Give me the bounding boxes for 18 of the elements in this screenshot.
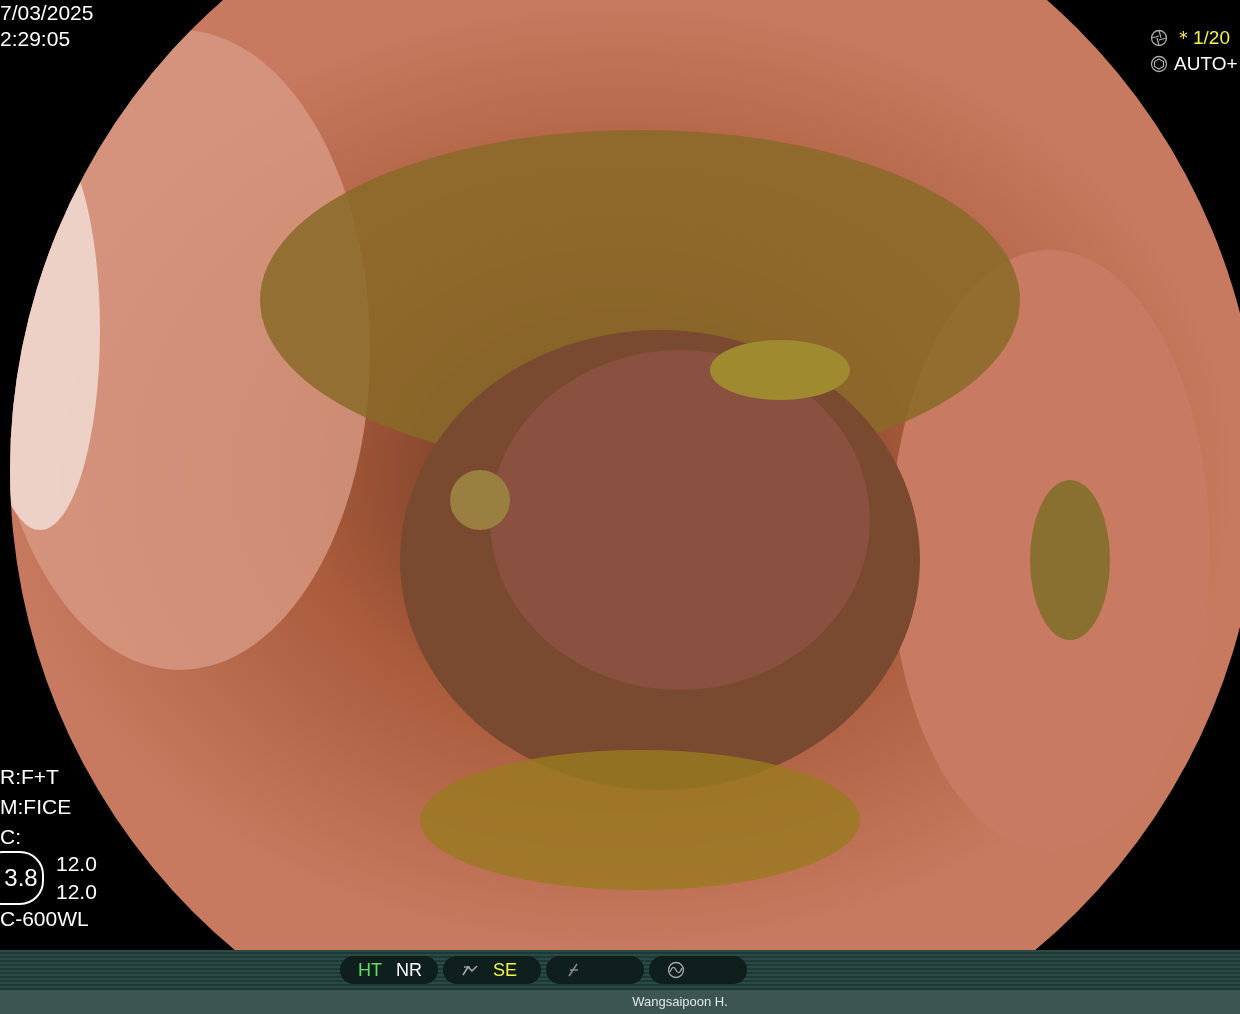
time-text: 2:29:05 <box>0 26 72 52</box>
reading-text: 12.0 <box>56 879 97 905</box>
status-label: SE <box>493 958 517 982</box>
info-text: C: <box>0 824 22 850</box>
date-text: 7/03/2025 <box>0 0 94 26</box>
info-text: R:F+T <box>0 764 60 790</box>
aperture-icon <box>1150 55 1168 73</box>
gauge-value: 3.8 <box>0 851 44 905</box>
shutter-speed-text: ＊1/20 <box>1174 26 1230 50</box>
status-label: NR <box>396 958 422 982</box>
info-text: M:FICE <box>0 794 73 820</box>
reading-text: 12.0 <box>56 851 97 877</box>
operator-name: Wangsaipoon H. <box>631 993 728 1012</box>
wave-icon <box>667 961 685 979</box>
status-label: HT <box>358 958 382 982</box>
exposure-mode-text: AUTO+ <box>1174 52 1238 76</box>
shutter-icon <box>1150 29 1168 47</box>
info-text: C-600WL <box>0 906 90 932</box>
